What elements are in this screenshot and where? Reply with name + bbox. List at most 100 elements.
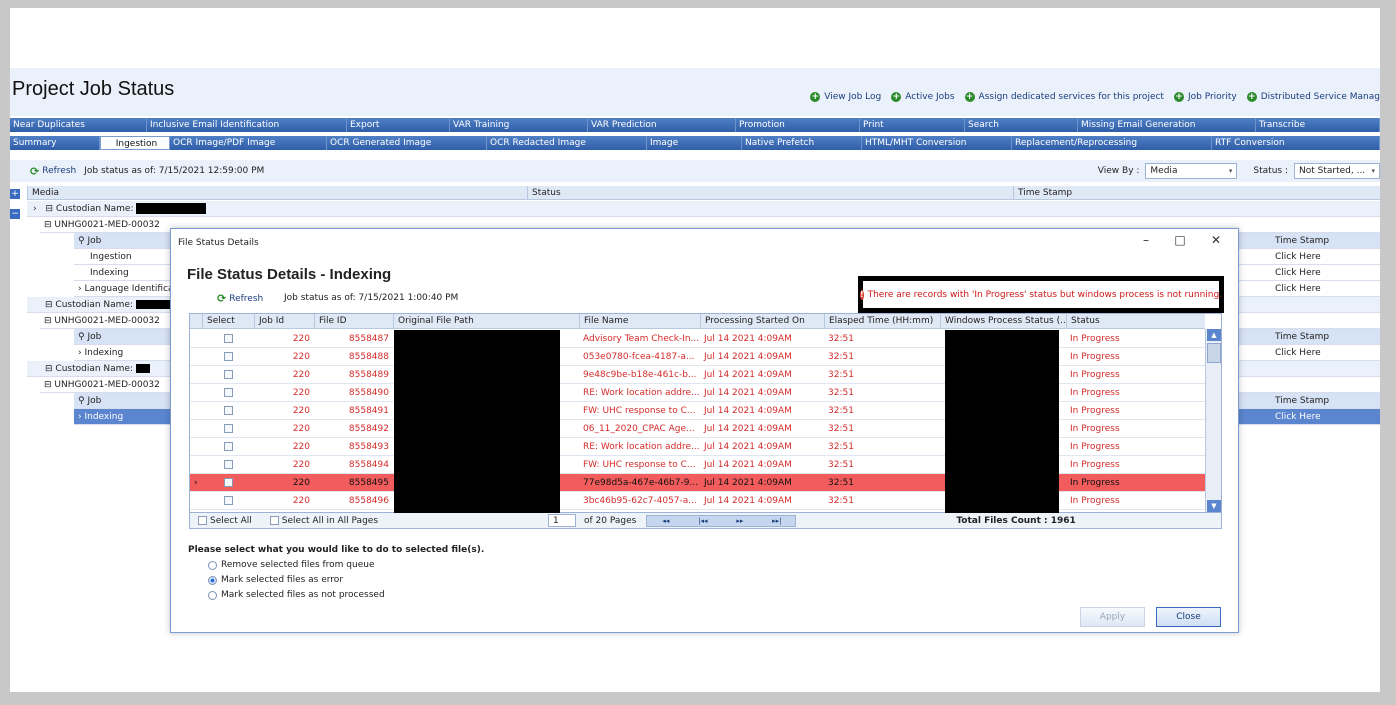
tab-image[interactable]: Image — [647, 136, 742, 150]
header-status[interactable]: Status — [527, 186, 1013, 200]
cell-file-id: 8558494 — [348, 460, 389, 470]
minimize-icon[interactable]: – — [1131, 233, 1161, 247]
row-select-checkbox[interactable] — [224, 388, 233, 397]
click-here-link[interactable]: Click Here — [1275, 265, 1380, 281]
row-select-checkbox[interactable] — [224, 496, 233, 505]
header-time-stamp[interactable]: Time Stamp — [1013, 186, 1380, 200]
tab-ingestion[interactable]: Ingestion — [100, 136, 170, 150]
close-icon[interactable]: ✕ — [1201, 233, 1231, 247]
expand-arrow-icon: › — [78, 412, 82, 422]
application-window: Project Job Status + View Job Log + Active… — [10, 8, 1380, 692]
next-page-icon[interactable]: ▸▸ — [721, 516, 758, 526]
cell-job-id: 220 — [292, 388, 310, 398]
maximize-icon[interactable]: □ — [1165, 233, 1195, 247]
tab-export[interactable]: Export — [347, 118, 450, 132]
scroll-thumb[interactable] — [1207, 343, 1221, 363]
row-select-checkbox[interactable] — [224, 334, 233, 343]
collapse-all-icon[interactable]: − — [10, 209, 20, 219]
first-page-icon[interactable]: ◂◂ — [647, 516, 684, 526]
last-page-icon[interactable]: ▸▸| — [758, 516, 795, 526]
tab-inclusive-email[interactable]: Inclusive Email Identification — [147, 118, 347, 132]
col-select[interactable]: Select — [202, 314, 254, 329]
row-select-checkbox[interactable] — [224, 460, 233, 469]
row-select-checkbox[interactable] — [224, 406, 233, 415]
add-circle-icon: + — [891, 92, 902, 102]
col-job-id[interactable]: Job Id — [254, 314, 314, 329]
page-number-input[interactable]: 1 — [548, 514, 577, 527]
tab-print[interactable]: Print — [860, 118, 965, 132]
scroll-up-icon[interactable]: ▲ — [1207, 329, 1221, 341]
radio-mark-not-processed[interactable]: Mark selected files as not processed — [208, 590, 385, 600]
click-here-link[interactable]: Click Here — [1275, 345, 1380, 361]
close-button[interactable]: Close — [1156, 607, 1221, 627]
cell-elapsed-time: 32:51 — [828, 406, 854, 416]
tab-summary[interactable]: Summary — [10, 136, 100, 150]
cell-elapsed-time: 32:51 — [828, 388, 854, 398]
tab-near-duplicates[interactable]: Near Duplicates — [10, 118, 147, 132]
tab-html-mht[interactable]: HTML/MHT Conversion — [862, 136, 1012, 150]
tab-native-prefetch[interactable]: Native Prefetch — [742, 136, 862, 150]
status-select[interactable]: Not Started, ... ▾ — [1294, 163, 1380, 179]
col-elapsed-time[interactable]: Elasped Time (HH:mm) — [824, 314, 940, 329]
dialog-refresh-button[interactable]: ⟳ Refresh — [217, 292, 263, 305]
tab-promotion[interactable]: Promotion — [736, 118, 860, 132]
expand-all-icon[interactable]: + — [10, 189, 20, 199]
radio-mark-error[interactable]: Mark selected files as error — [208, 575, 343, 585]
redaction-block — [394, 330, 560, 513]
vertical-scrollbar[interactable]: ▲ ▼ — [1205, 329, 1221, 512]
tab-var-prediction[interactable]: VAR Prediction — [588, 118, 736, 132]
apply-button[interactable]: Apply — [1080, 607, 1145, 627]
cell-elapsed-time: 32:51 — [828, 352, 854, 362]
tab-ocr-generated[interactable]: OCR Generated Image — [327, 136, 487, 150]
prev-page-icon[interactable]: |◂◂ — [684, 516, 721, 526]
row-select-checkbox[interactable] — [224, 352, 233, 361]
click-here-link[interactable]: Click Here — [1275, 281, 1380, 297]
col-windows-process-status[interactable]: Windows Process Status (... — [940, 314, 1066, 329]
tab-replacement[interactable]: Replacement/Reprocessing — [1012, 136, 1212, 150]
row-select-checkbox[interactable] — [224, 478, 233, 487]
tab-ocr-redacted[interactable]: OCR Redacted Image — [487, 136, 647, 150]
click-here-link[interactable]: Click Here — [1275, 409, 1380, 425]
col-processing-started[interactable]: Processing Started On — [700, 314, 824, 329]
view-by-label: View By : — [1097, 166, 1140, 176]
cell-job-id: 220 — [292, 496, 310, 506]
tab-transcribe[interactable]: Transcribe — [1256, 118, 1380, 132]
view-by-select[interactable]: Media ▾ — [1145, 163, 1238, 179]
col-file-name[interactable]: File Name — [579, 314, 700, 329]
cell-elapsed-time: 32:51 — [828, 478, 854, 488]
tab-var-training[interactable]: VAR Training — [450, 118, 588, 132]
expand-arrow-icon: › — [78, 284, 82, 294]
job-priority-link[interactable]: + Job Priority — [1173, 92, 1237, 102]
distributed-service-link[interactable]: + Distributed Service Manag — [1246, 92, 1380, 102]
active-jobs-link[interactable]: + Active Jobs — [891, 92, 955, 102]
select-all-pages-checkbox[interactable]: Select All in All Pages — [269, 515, 378, 526]
header-media[interactable]: Media — [27, 186, 527, 200]
col-original-path[interactable]: Original File Path — [393, 314, 579, 329]
tab-rtf-conversion[interactable]: RTF Conversion — [1212, 136, 1380, 150]
tab-ocr-image-pdf[interactable]: OCR Image/PDF Image — [170, 136, 327, 150]
row-select-checkbox[interactable] — [224, 442, 233, 451]
view-job-log-link[interactable]: + View Job Log — [810, 92, 881, 102]
assign-services-link[interactable]: + Assign dedicated services for this proj… — [964, 92, 1164, 102]
col-file-id[interactable]: File ID — [314, 314, 393, 329]
refresh-button[interactable]: ⟳ Refresh — [30, 165, 76, 178]
redaction-block — [135, 364, 150, 373]
cell-job-id: 220 — [292, 460, 310, 470]
chevron-down-icon: ▾ — [1228, 167, 1233, 175]
page-navigation: ◂◂ |◂◂ ▸▸ ▸▸| — [646, 514, 797, 527]
cell-status: In Progress — [1070, 370, 1120, 380]
scroll-down-icon[interactable]: ▼ — [1207, 500, 1221, 512]
tab-search[interactable]: Search — [965, 118, 1078, 132]
action-question: Please select what you would like to do … — [188, 545, 485, 555]
click-here-link[interactable]: Click Here — [1275, 249, 1380, 265]
select-all-checkbox[interactable]: Select All — [198, 515, 252, 526]
row-select-checkbox[interactable] — [224, 424, 233, 433]
cell-status: In Progress — [1070, 496, 1120, 506]
col-status[interactable]: Status — [1066, 314, 1207, 329]
search-icon: ⚲ — [78, 396, 85, 406]
row-select-checkbox[interactable] — [224, 370, 233, 379]
radio-remove-from-queue[interactable]: Remove selected files from queue — [208, 560, 375, 570]
custodian-row[interactable]: › ⊟ Custodian Name: — [27, 201, 1380, 217]
collapse-icon: ⊟ — [45, 204, 54, 214]
tab-missing-email[interactable]: Missing Email Generation — [1078, 118, 1256, 132]
